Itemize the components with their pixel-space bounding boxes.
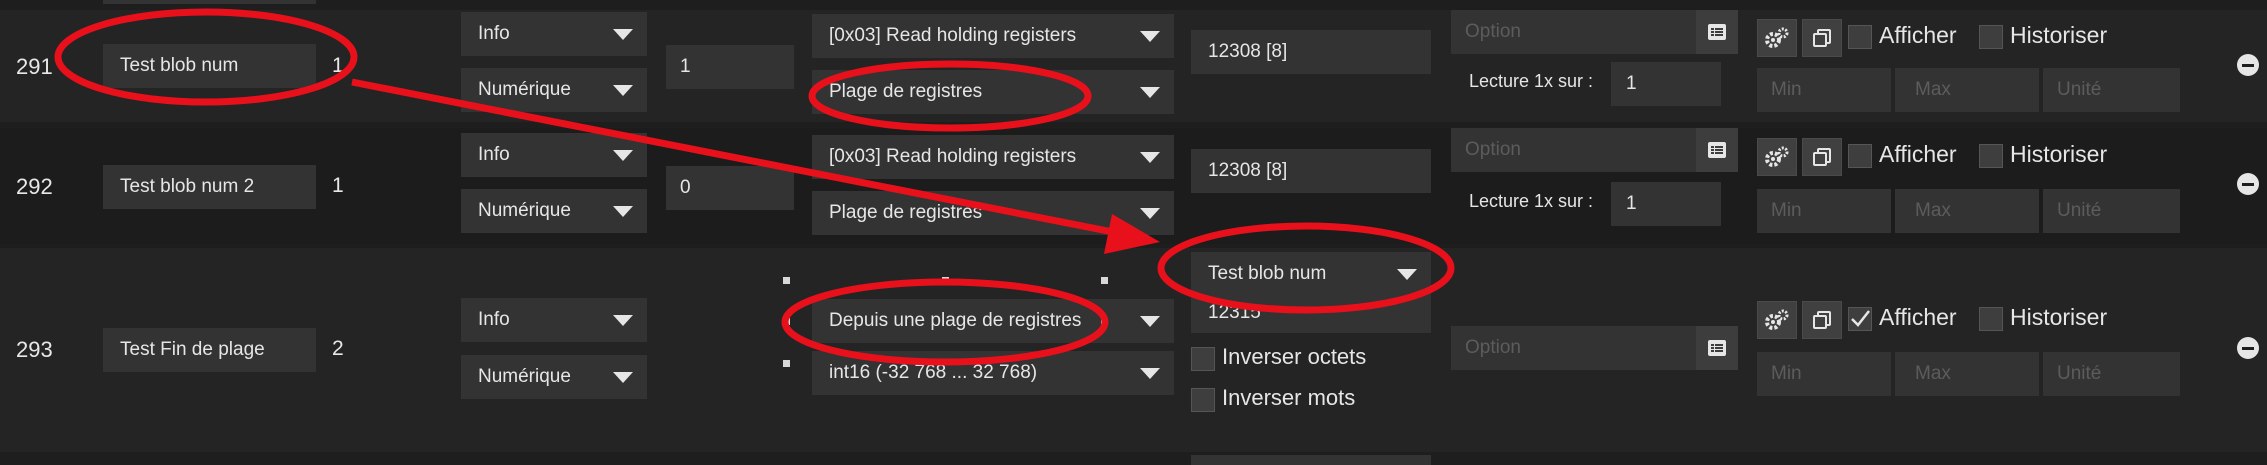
annotation-ellipse <box>54 8 358 106</box>
annotation-arrow-line <box>351 78 1119 237</box>
equipment-commands-table: 291 Test blob num 1 Info Numérique 1 [0x… <box>0 0 2267 465</box>
annotation-ellipse <box>808 60 1092 132</box>
annotation-overlay <box>54 8 1455 366</box>
arrow-head-icon <box>1104 214 1160 254</box>
annotation-ellipse <box>1157 222 1455 314</box>
annotation-ellipse <box>781 278 1109 366</box>
